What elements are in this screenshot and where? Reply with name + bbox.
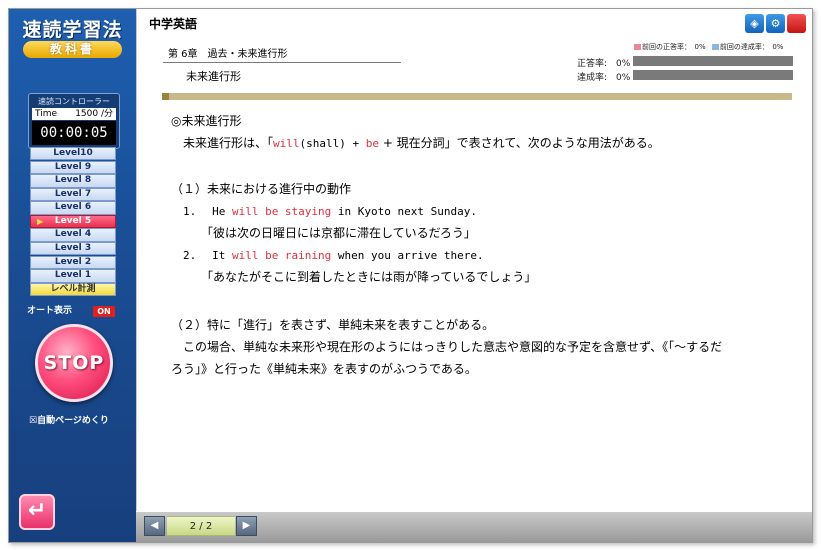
example-1-text-a: He: [212, 205, 232, 218]
completion-rate-label: 達成率: 0%: [577, 73, 631, 83]
prev-completion-legend: 前回の達成率： 0%: [719, 43, 784, 51]
settings-button[interactable]: ⚙: [766, 14, 785, 33]
correct-rate-bar: [633, 56, 793, 66]
level-6-button[interactable]: Level 6: [30, 201, 116, 215]
example-2-number: 2.: [183, 249, 197, 262]
brand-title: 速読学習法: [22, 19, 123, 41]
return-button[interactable]: ↵: [19, 494, 55, 530]
section-title: 未来進行形: [186, 70, 241, 83]
level-2-button[interactable]: Level 2: [30, 255, 116, 270]
section-2-heading: （２）特に「進行」を表さず、単純未来を表すことがある。: [171, 318, 495, 332]
cube-icon: ◈: [750, 17, 759, 30]
window-buttons: ◈ ⚙ ✕: [745, 14, 806, 33]
auto-display-label: オート表示: [27, 306, 73, 316]
speed-controller: 速読コントローラー Time 1500 /分 00:00:05: [28, 93, 120, 149]
intro-will: will: [273, 137, 300, 150]
intro-be: be: [365, 137, 379, 150]
level-3-button[interactable]: Level 3: [30, 242, 116, 256]
level-5-button[interactable]: Level 5: [30, 214, 116, 229]
level-8-button[interactable]: Level 8: [30, 174, 116, 188]
prev-correct-swatch: [634, 44, 641, 50]
example-2-text-a: It: [212, 249, 232, 262]
section-1-heading: （１）未来における進行中の動作: [171, 182, 352, 196]
example-2-translation: 「あなたがそこに到着したときには雨が降っているでしょう」: [201, 270, 537, 284]
close-icon: ✕: [791, 17, 802, 30]
lesson-heading: ◎未来進行形: [171, 114, 242, 128]
pager: ◀ 2 / 2 ▶: [144, 516, 259, 536]
example-1-text-b: in Kyoto next Sunday.: [331, 205, 477, 218]
cube-button[interactable]: ◈: [745, 14, 764, 33]
content-pane: 中学英語 ◈ ⚙ ✕ 第 6章 過去・未来進行形 未来進行形 前回の正答率： 0…: [136, 9, 812, 511]
speed-value: 1500 /分: [75, 109, 113, 119]
prev-completion-swatch: [711, 44, 719, 50]
time-label: Time: [35, 109, 58, 119]
prev-arrow-icon: ◀: [150, 520, 159, 531]
auto-display-toggle[interactable]: ON: [93, 306, 115, 317]
intro-line: 未来進行形は、「will(shall) + be + 現在分詞」で表されて、次の…: [183, 131, 660, 156]
header-divider-cap: [162, 93, 169, 100]
brand-subtitle: 教科書: [23, 41, 122, 58]
level-measure-button[interactable]: レベル計測: [30, 282, 116, 297]
auto-display-row: オート表示 ON: [27, 305, 119, 318]
level-1-button[interactable]: Level 1: [30, 269, 116, 283]
auto-page-checkbox[interactable]: ☒自動ページめくり: [29, 413, 129, 426]
sidebar: 速読学習法 教科書 速読コントローラー Time 1500 /分 00:00:0…: [9, 9, 136, 542]
level-list: Level10 Level 9 Level 8 Level 7 Level 6 …: [30, 147, 116, 297]
example-2-text-b: when you arrive there.: [331, 249, 484, 262]
example-1-highlight: will be staying: [231, 205, 332, 218]
example-2-highlight: will be raining: [231, 249, 332, 262]
example-1-number: 1.: [183, 205, 197, 218]
level-9-button[interactable]: Level 9: [30, 160, 116, 174]
section-2-paragraph-line-1: この場合、単純な未来形や現在形のようにはっきりした意志や意図的な予定を含意せず、…: [183, 340, 723, 354]
page-indicator: 2 / 2: [167, 516, 235, 536]
next-page-button[interactable]: ▶: [236, 516, 257, 536]
controller-title: 速読コントローラー: [38, 97, 110, 106]
subject-title: 中学英語: [149, 17, 198, 31]
return-icon: ↵: [27, 498, 47, 523]
prev-page-button[interactable]: ◀: [144, 516, 165, 536]
section-2-paragraph-line-2: ろう」》と行った《単純未来》を表すのがふつうである。: [171, 362, 477, 376]
correct-rate-label: 正答率: 0%: [577, 59, 631, 69]
chapter-title: 第 6章 過去・未来進行形: [168, 49, 288, 60]
intro-text-c: + 現在分詞」で表されて、次のような用法がある。: [379, 136, 660, 150]
timer-display: 00:00:05: [32, 121, 116, 145]
footer-bar: ◀ 2 / 2 ▶: [136, 512, 812, 542]
chapter-underline: [163, 62, 401, 63]
stop-button[interactable]: STOP: [35, 324, 113, 402]
close-button[interactable]: ✕: [787, 14, 806, 33]
level-7-button[interactable]: Level 7: [30, 187, 116, 202]
rate-legend: 前回の正答率： 0% 前回の達成率： 0%: [634, 42, 783, 52]
example-1-translation: 「彼は次の日曜日には京都に滞在しているだろう」: [201, 226, 476, 240]
level-10-button[interactable]: Level10: [30, 147, 116, 161]
app-window: 速読学習法 教科書 速読コントローラー Time 1500 /分 00:00:0…: [0, 0, 821, 550]
prev-correct-legend: 前回の正答率： 0%: [642, 43, 706, 51]
level-4-button[interactable]: Level 4: [30, 228, 116, 242]
gear-icon: ⚙: [770, 17, 781, 30]
header-divider: [162, 93, 792, 100]
next-arrow-icon: ▶: [242, 520, 251, 531]
time-row: Time 1500 /分: [32, 108, 116, 120]
completion-rate-bar: [633, 70, 793, 80]
intro-text-b: (shall) +: [299, 137, 366, 150]
intro-text-a: 未来進行形は、「: [183, 136, 274, 150]
